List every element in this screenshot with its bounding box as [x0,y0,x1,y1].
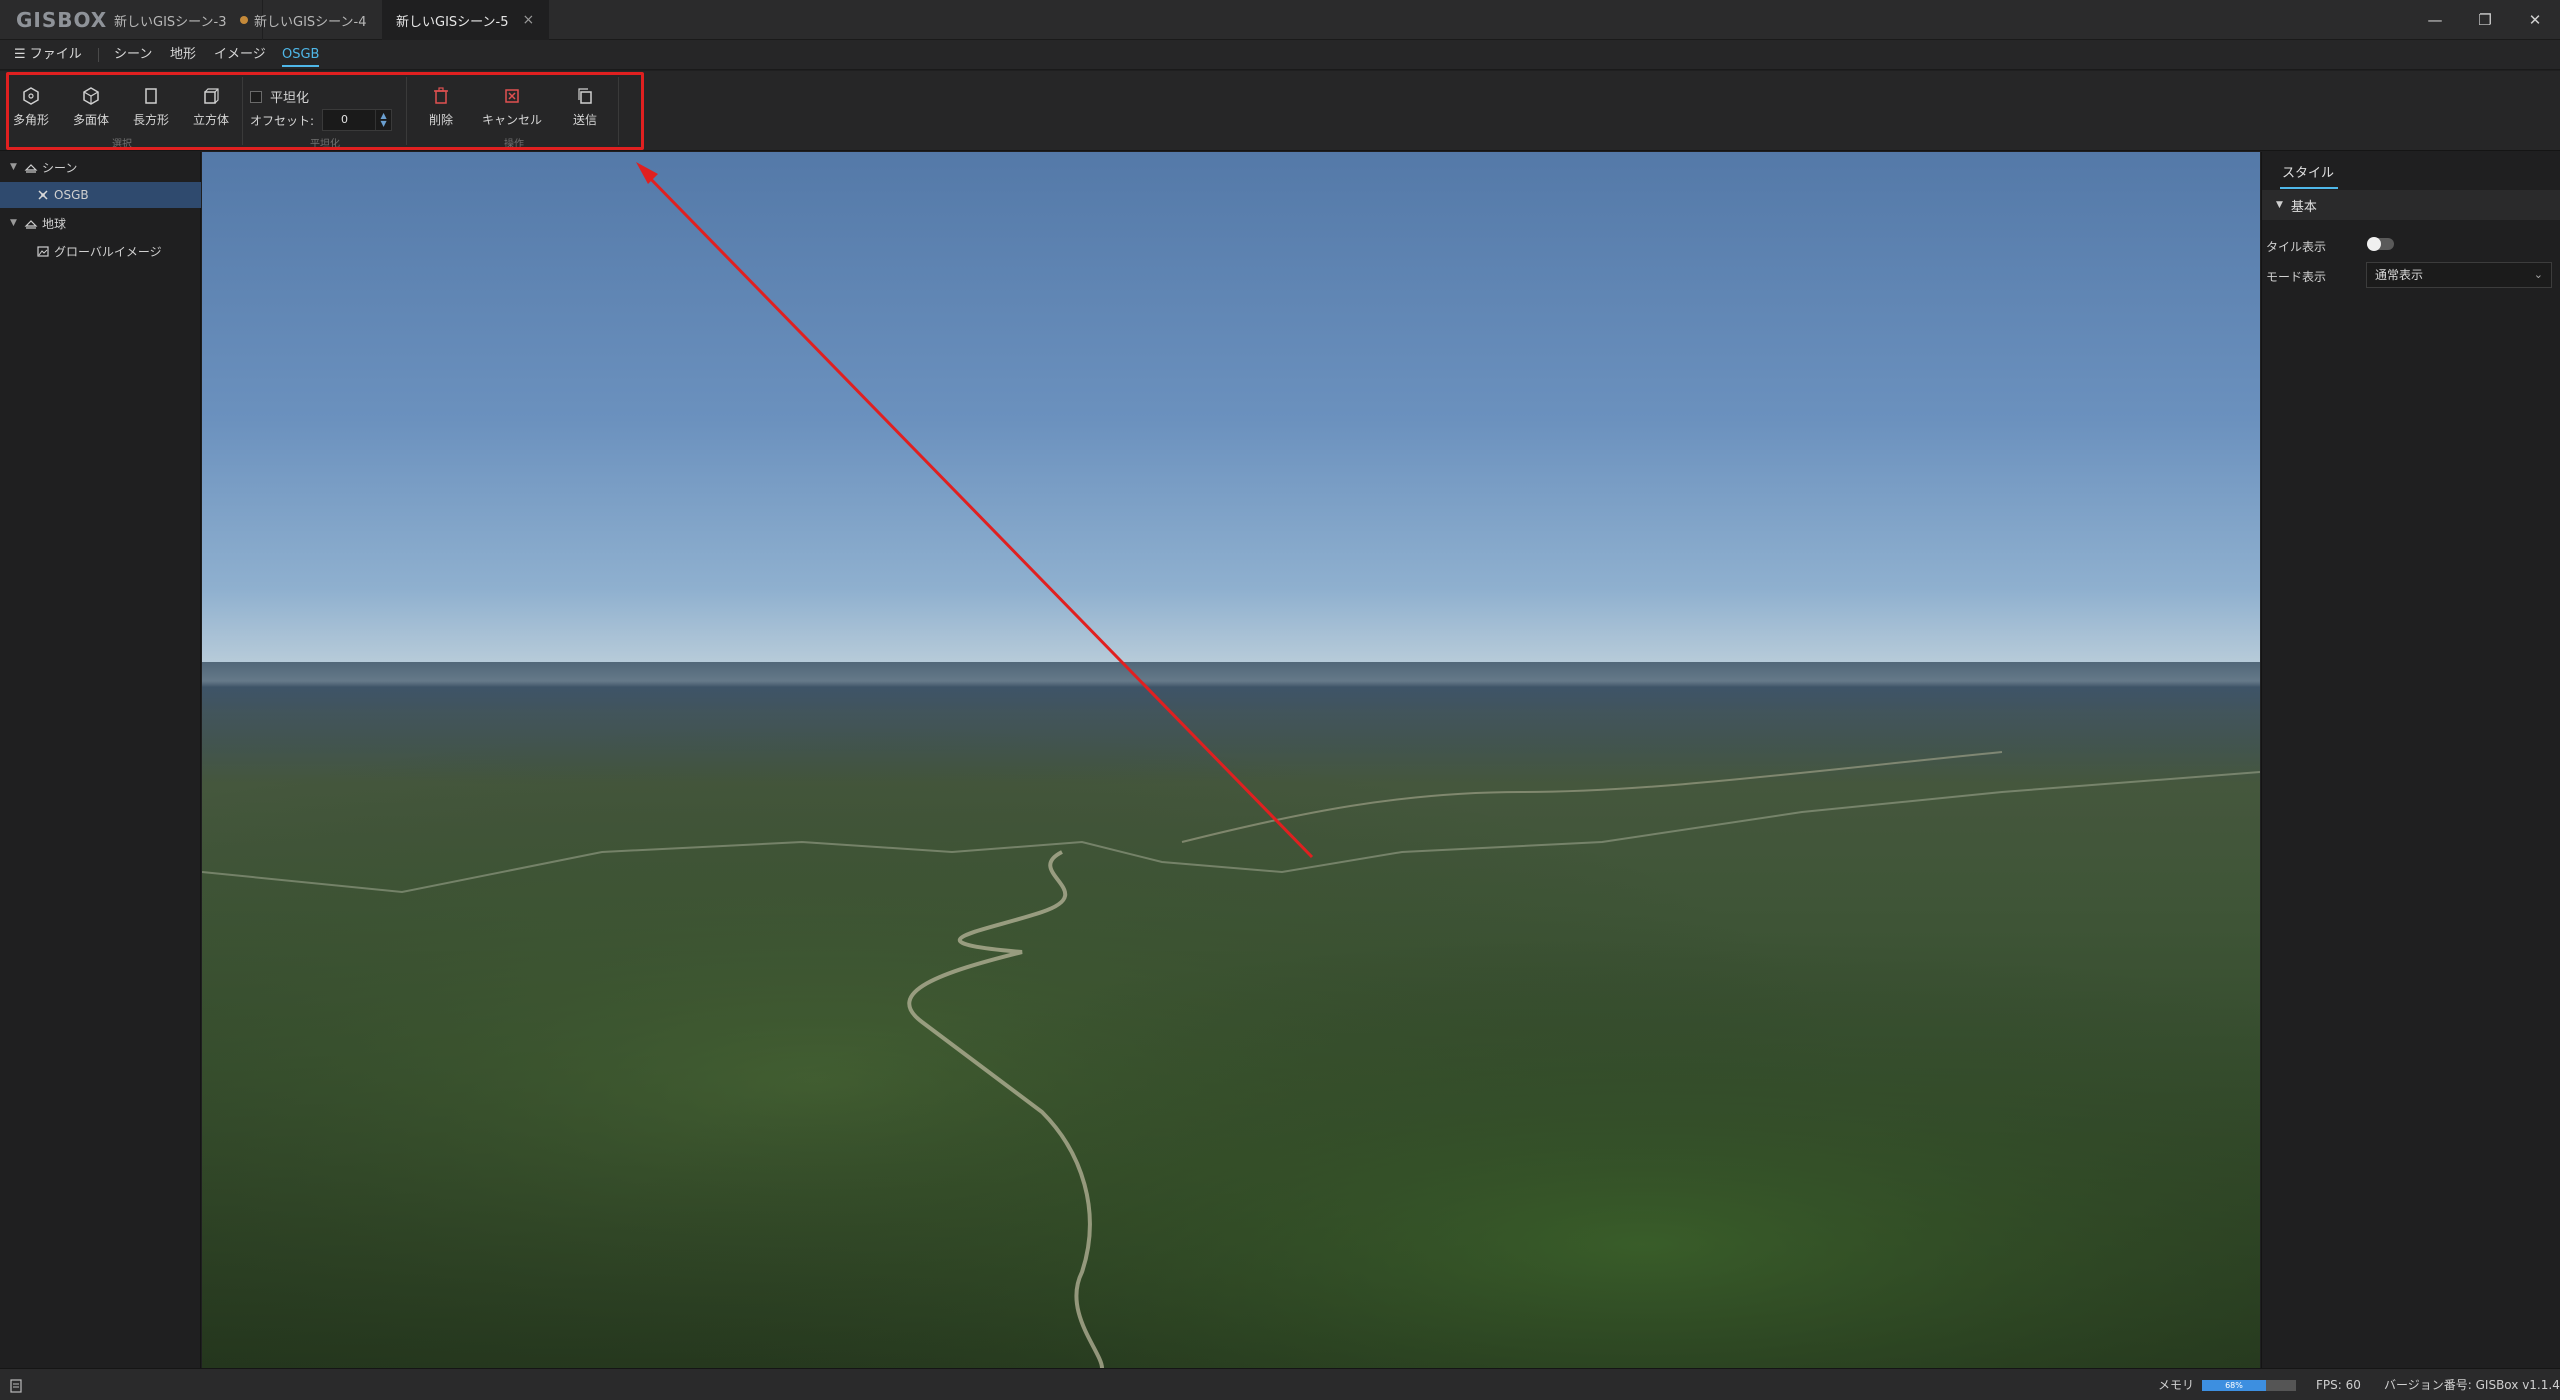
section-basic-label: 基本 [2290,199,2317,215]
menu-divider [98,48,99,62]
memory-progress-bar: 68% [2202,1380,2296,1391]
layers-icon [24,216,38,230]
mode-display-select[interactable]: 通常表示 ⌄ [2366,262,2552,288]
collapse-arrow-icon[interactable]: ▼ [2276,200,2283,210]
tree-label-earth: 地球 [42,216,67,231]
tab-scene-5[interactable]: 新しいGISシーン-5 × [382,0,550,40]
scene-tree-panel: ▼ シーン OSGB ▼ 地球 グローバルイメージ [0,152,201,1368]
tab-style[interactable]: スタイル [2280,162,2339,189]
layers-icon [24,160,38,174]
tile-display-label: タイル表示 [2266,240,2327,254]
tab-label: 新しいGISシーン-4 [254,14,367,30]
title-bar: GISBOX 新しいGISシーン-3 新しいGISシーン-4 × 新しいGISシ… [0,0,2560,40]
tree-label-osgb: OSGB [54,188,89,202]
tree-node-scene[interactable]: ▼ シーン [0,154,201,180]
3d-viewport[interactable] [202,152,2260,1368]
mode-display-value: 通常表示 [2375,268,2424,282]
minimize-button[interactable]: — [2410,0,2460,40]
document-icon[interactable] [10,1369,22,1400]
tab-label: 新しいGISシーン-5 [396,14,509,30]
tree-node-osgb[interactable]: OSGB [0,182,201,208]
mode-display-label: モード表示 [2266,270,2327,284]
tab-label: 新しいGISシーン-3 [114,14,227,30]
memory-label: メモリ [2158,1378,2195,1392]
menu-scene[interactable]: シーン [114,40,152,70]
tree-label-global-imagery: グローバルイメージ [54,244,162,259]
status-bar: メモリ 68% FPS: 60 バージョン番号: GISBox v1.1.4 [0,1368,2560,1400]
file-menu[interactable]: ☰ ファイル [14,40,82,70]
section-basic[interactable]: ▼ 基本 [2262,190,2560,220]
app-logo: GISBOX [16,8,108,32]
menu-osgb[interactable]: OSGB [282,40,320,70]
close-tab-icon[interactable]: × [522,12,534,28]
file-menu-label: ファイル [29,47,82,62]
fps-readout: FPS: 60 [2316,1378,2361,1392]
toolbar-highlight-box [6,72,644,150]
memory-progress-fill: 68% [2202,1380,2266,1391]
expand-arrow-icon[interactable]: ▼ [10,162,18,172]
tab-scene-3[interactable]: 新しいGISシーン-3 [100,0,264,40]
tree-label-scene: シーン [42,160,78,175]
menu-terrain[interactable]: 地形 [170,40,196,70]
menu-bar: ☰ ファイル シーン 地形 イメージ OSGB [0,40,2560,70]
image-icon [36,244,50,258]
restore-button[interactable]: ❐ [2460,0,2510,40]
chevron-down-icon: ⌄ [2533,268,2543,281]
tree-node-global-imagery[interactable]: グローバルイメージ [0,238,201,264]
menu-imagery[interactable]: イメージ [214,40,266,70]
hamburger-icon: ☰ [14,47,26,62]
version-readout: バージョン番号: GISBox v1.1.4 [2384,1378,2560,1392]
close-window-button[interactable]: ✕ [2510,0,2560,40]
expand-arrow-icon[interactable]: ▼ [10,218,18,228]
osgb-model-icon [36,188,50,202]
annotation-arrow [636,162,1314,859]
properties-panel: スタイル ▼ 基本 タイル表示 モード表示 通常表示 ⌄ [2261,152,2560,1368]
tile-display-toggle[interactable] [2367,237,2394,251]
tree-node-earth[interactable]: ▼ 地球 [0,210,201,236]
